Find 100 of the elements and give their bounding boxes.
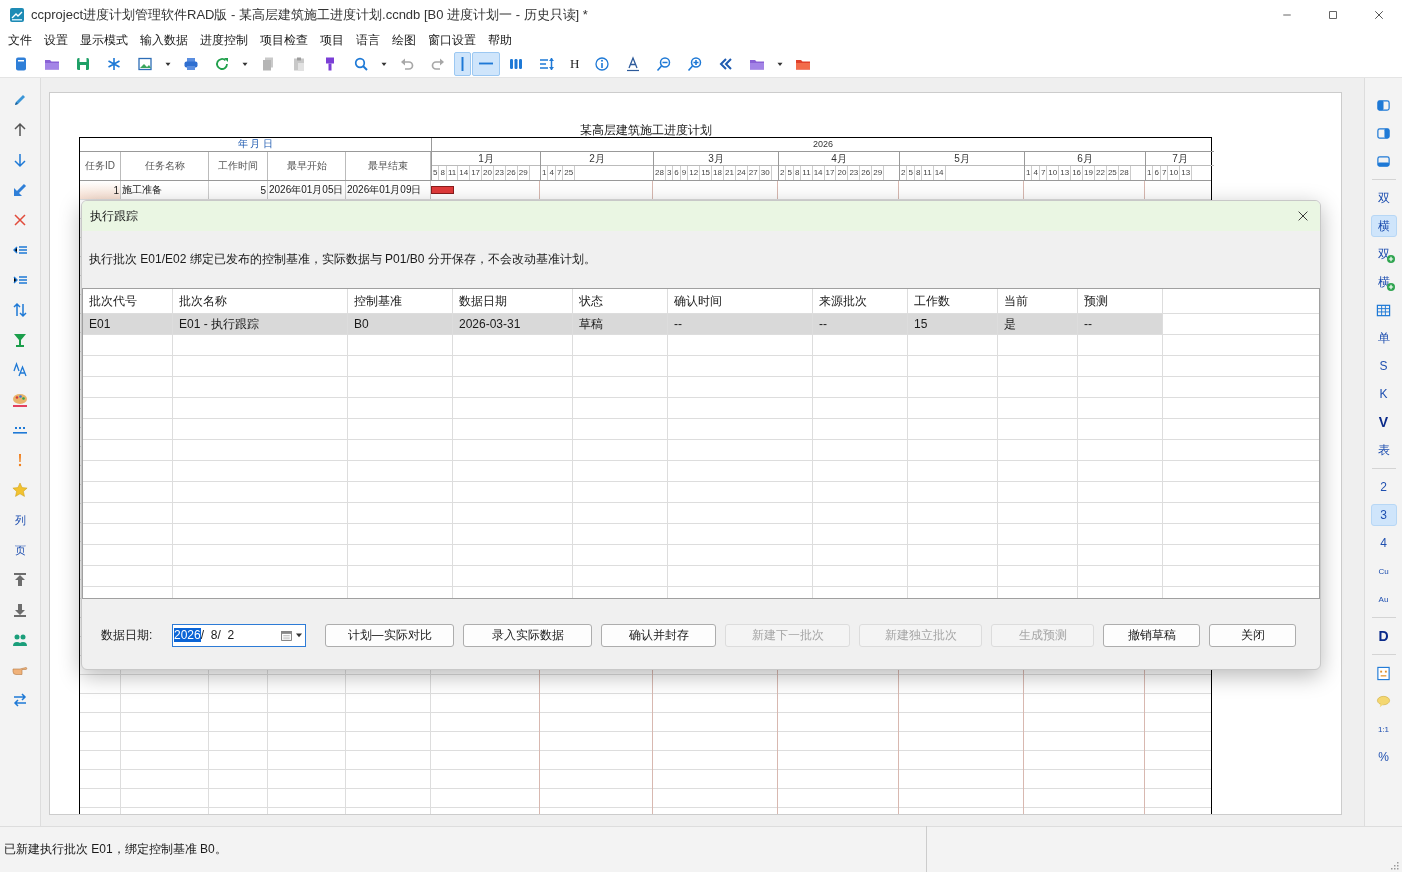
table-cell: 2026年01月05日	[268, 181, 346, 199]
dialog-button[interactable]: 关闭	[1209, 623, 1296, 647]
day-label: 6	[1153, 166, 1161, 180]
dialog-button[interactable]: 录入实际数据	[463, 623, 592, 647]
menu-item[interactable]: 语言	[350, 31, 386, 49]
calendar-icon	[280, 628, 293, 642]
day-label: 2	[779, 166, 787, 180]
toolbar-button[interactable]: 双	[1370, 243, 1397, 265]
day-label: 20	[482, 166, 494, 180]
toolbar-button[interactable]: 4	[1370, 532, 1397, 554]
column-header: 任务名称	[121, 152, 209, 180]
toolbar-button[interactable]	[454, 51, 471, 76]
toolbar-button[interactable]: 1:1	[1370, 718, 1397, 740]
day-label: 11	[801, 166, 813, 180]
menu-item[interactable]: 输入数据	[134, 31, 194, 49]
status-message: 已新建执行批次 E01，绑定控制基准 B0。	[3, 841, 228, 858]
toolbar-button[interactable]: K	[1370, 383, 1397, 405]
chart-title: 某高层建筑施工进度计划	[578, 123, 713, 137]
toolbar-button[interactable]: Cu	[1370, 560, 1397, 582]
day-label: 23	[848, 166, 861, 180]
swap-arrows-icon	[12, 692, 28, 708]
menu-item[interactable]: 进度控制	[194, 31, 254, 49]
menu-item[interactable]: 文件	[2, 31, 38, 49]
close-icon	[1373, 9, 1385, 21]
toolbar-button[interactable]: H	[563, 51, 587, 76]
day-label: 25	[1106, 166, 1119, 180]
table-cell: --	[1078, 314, 1163, 335]
day-label: 5	[432, 166, 440, 180]
dialog-button[interactable]: 计划—实际对比	[325, 623, 454, 647]
day-label: 8	[793, 166, 802, 180]
document-icon	[13, 55, 29, 72]
toolbar-button[interactable]: 列	[7, 510, 33, 530]
toolbar-button[interactable]: 页	[7, 540, 33, 560]
toolbar-button[interactable]: 双	[1370, 187, 1397, 209]
date-field[interactable]: 2026/ 8/ 2	[172, 623, 306, 647]
table-cell: --	[813, 314, 908, 335]
menu-item[interactable]: 设置	[38, 31, 74, 49]
day-label: 23	[493, 166, 506, 180]
table-row[interactable]: E01 E01 - 执行跟踪 B0 2026-03-31 草稿 -- -- 15 是 --	[83, 314, 1319, 335]
task-bar	[431, 186, 454, 194]
paste-icon	[291, 55, 307, 72]
image-icon	[137, 55, 153, 72]
printer-icon	[183, 55, 199, 72]
table-cell: E01 - 执行跟踪	[173, 314, 348, 335]
day-label: 17	[824, 166, 837, 180]
sort-icon	[539, 55, 555, 72]
toolbar-button[interactable]: 单	[1370, 327, 1397, 349]
month-header: 2月	[541, 152, 653, 166]
toolbar-button[interactable]: S	[1370, 355, 1397, 377]
menu-item[interactable]: 显示模式	[74, 31, 134, 49]
dialog-button[interactable]: 撤销草稿	[1103, 623, 1200, 647]
menu-item[interactable]: 项目	[314, 31, 350, 49]
zoom-out-icon	[656, 55, 673, 72]
zoom-in-icon	[687, 55, 704, 72]
day-label: 10	[1047, 166, 1060, 180]
table-cell: 2026-03-31	[453, 314, 573, 335]
table-cell: E01	[83, 314, 173, 335]
move-top-icon	[12, 572, 28, 588]
day-label: 14	[458, 166, 471, 180]
toolbar-button[interactable]: 3	[1370, 504, 1397, 526]
table-cell: 1	[80, 181, 121, 199]
table-cell: 草稿	[573, 314, 668, 335]
day-label: 10	[1168, 166, 1181, 180]
menu-item[interactable]: 帮助	[482, 31, 518, 49]
move-bottom-icon	[12, 602, 28, 618]
day-label: 28	[1118, 166, 1131, 180]
day-label: 13	[1059, 166, 1072, 180]
day-label: 16	[1071, 166, 1084, 180]
toolbar-button[interactable]: V	[1370, 411, 1397, 433]
toolbar-button[interactable]: D	[1370, 625, 1397, 647]
toolbar-button[interactable]: 表	[1370, 439, 1397, 461]
menu-item[interactable]: 绘图	[386, 31, 422, 49]
refresh-icon	[214, 55, 230, 72]
day-label: 27	[747, 166, 760, 180]
month-header: 7月	[1146, 152, 1214, 166]
day-label: 22	[1095, 166, 1107, 180]
day-label: 20	[836, 166, 849, 180]
toolbar-button[interactable]: %	[1370, 746, 1397, 768]
table-cell: B0	[348, 314, 453, 335]
day-label: 29	[872, 166, 885, 180]
toolbar-button[interactable]: 2	[1370, 476, 1397, 498]
asterisk-icon	[106, 55, 122, 72]
day-label: 4	[548, 166, 556, 180]
dialog-button[interactable]: 确认并封存	[601, 623, 716, 647]
window-title: ccproject进度计划管理软件RAD版 - 某高层建筑施工进度计划.ccndb [B0 进度计划一 - 历史只读] *	[31, 6, 589, 24]
swap-vertical-icon	[12, 302, 28, 318]
toolbar-button[interactable]: 横	[1370, 215, 1397, 237]
month-header: 6月	[1025, 152, 1145, 166]
day-label: 26	[860, 166, 873, 180]
day-label: 17	[470, 166, 483, 180]
menu-item[interactable]: 窗口设置	[422, 31, 482, 49]
date-header: 年 月 日	[80, 138, 431, 152]
day-label: 25	[563, 166, 576, 180]
column-header: 最早结束	[346, 152, 431, 180]
toolbar-button[interactable]: Au	[1370, 588, 1397, 610]
horizontal-line-icon	[479, 62, 493, 65]
menu-item[interactable]: 项目检查	[254, 31, 314, 49]
toolbar-button[interactable]: 横	[1370, 271, 1397, 293]
day-label: 11	[922, 166, 934, 180]
arrow-down-icon	[12, 152, 28, 168]
